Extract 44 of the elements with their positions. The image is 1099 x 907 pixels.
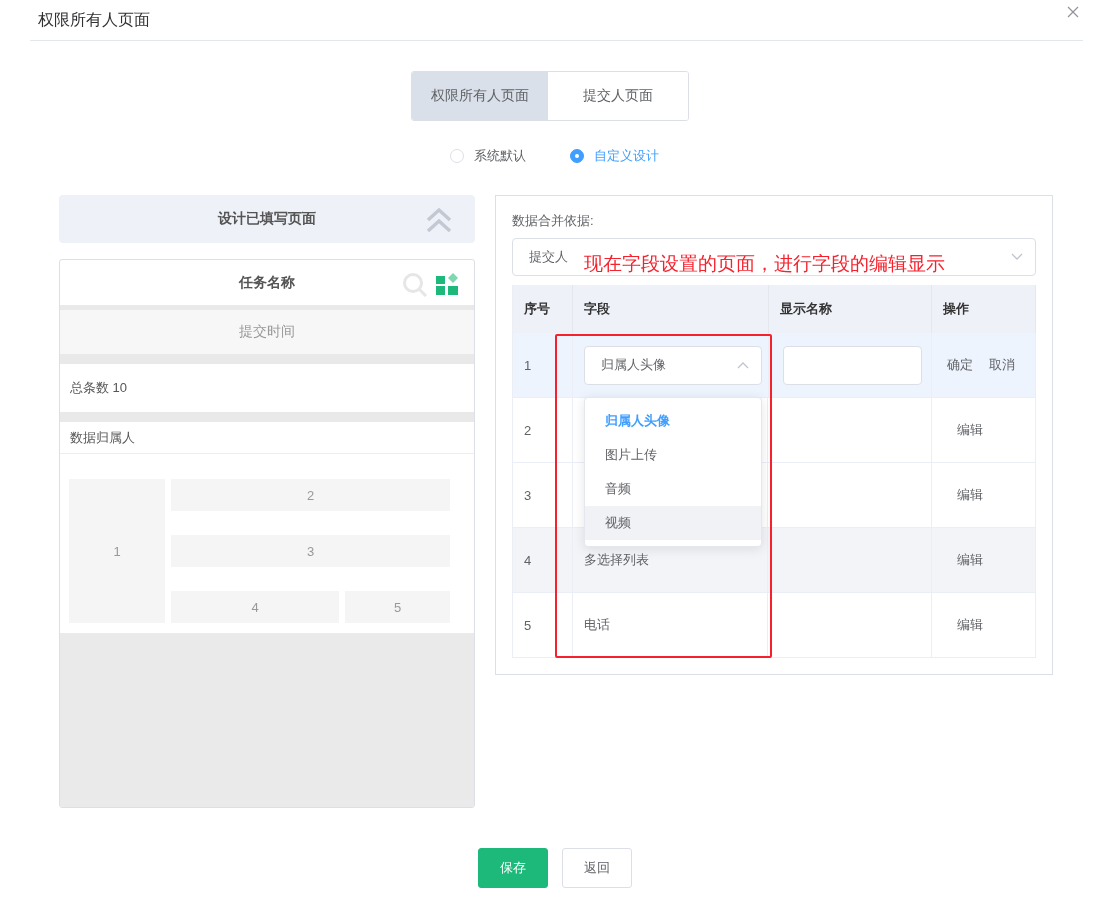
double-chevron-up-icon[interactable] (425, 207, 453, 233)
owner-label: 数据归属人 (70, 428, 135, 447)
collapse-header[interactable]: 设计已填写页面 (59, 195, 475, 243)
display-name-input[interactable] (782, 345, 922, 385)
annotation-text: 现在字段设置的页面，进行字段的编辑显示 (584, 252, 945, 276)
action-link[interactable]: 确定 (947, 356, 974, 374)
field-name: 电话 (583, 616, 610, 634)
preview-title: 任务名称 (239, 273, 295, 292)
collapse-title: 设计已填写页面 (218, 210, 316, 228)
page-tab[interactable]: 权限所有人页面 (411, 72, 548, 120)
dropdown-option[interactable]: 视频 (585, 506, 761, 540)
row-number: 5 (524, 617, 532, 633)
row-number: 4 (524, 552, 532, 568)
table-row[interactable]: 1 归属人头像 确定 取消 (513, 333, 1036, 398)
action-link[interactable]: 编辑 (957, 551, 984, 569)
total-count: 总条数 10 (70, 379, 128, 397)
merge-label: 数据合并依据: (512, 212, 595, 230)
layout-block: 5 (345, 591, 450, 623)
field-select[interactable]: 归属人头像 (583, 345, 762, 385)
field-name: 多选择列表 (583, 551, 649, 569)
action-link[interactable]: 编辑 (957, 486, 984, 504)
row-number: 3 (524, 487, 532, 503)
close-icon[interactable] (1067, 6, 1079, 18)
back-button[interactable]: 返回 (562, 848, 632, 888)
table-row[interactable]: 5 电话 编辑 (513, 593, 1036, 658)
dropdown-option[interactable]: 音频 (585, 472, 761, 506)
search-icon (403, 273, 428, 297)
layout-block: 1 (69, 479, 165, 623)
layout-block: 3 (171, 535, 450, 567)
row-number: 1 (524, 357, 532, 373)
caret-icon (1011, 253, 1023, 261)
action-link[interactable]: 取消 (989, 356, 1016, 374)
radio-button[interactable] (570, 149, 584, 163)
time-label: 提交时间 (60, 310, 474, 364)
action-link[interactable]: 编辑 (957, 421, 984, 439)
caret-icon (736, 361, 749, 369)
action-link[interactable]: 编辑 (957, 616, 984, 634)
grid-icon (436, 273, 458, 295)
radio-label[interactable]: 系统默认 (474, 147, 526, 165)
layout-block: 4 (171, 591, 339, 623)
layout-block: 2 (171, 479, 450, 511)
dialog-title: 权限所有人页面 (38, 9, 150, 30)
dropdown-option[interactable]: 图片上传 (585, 438, 761, 472)
row-number: 2 (524, 422, 532, 438)
